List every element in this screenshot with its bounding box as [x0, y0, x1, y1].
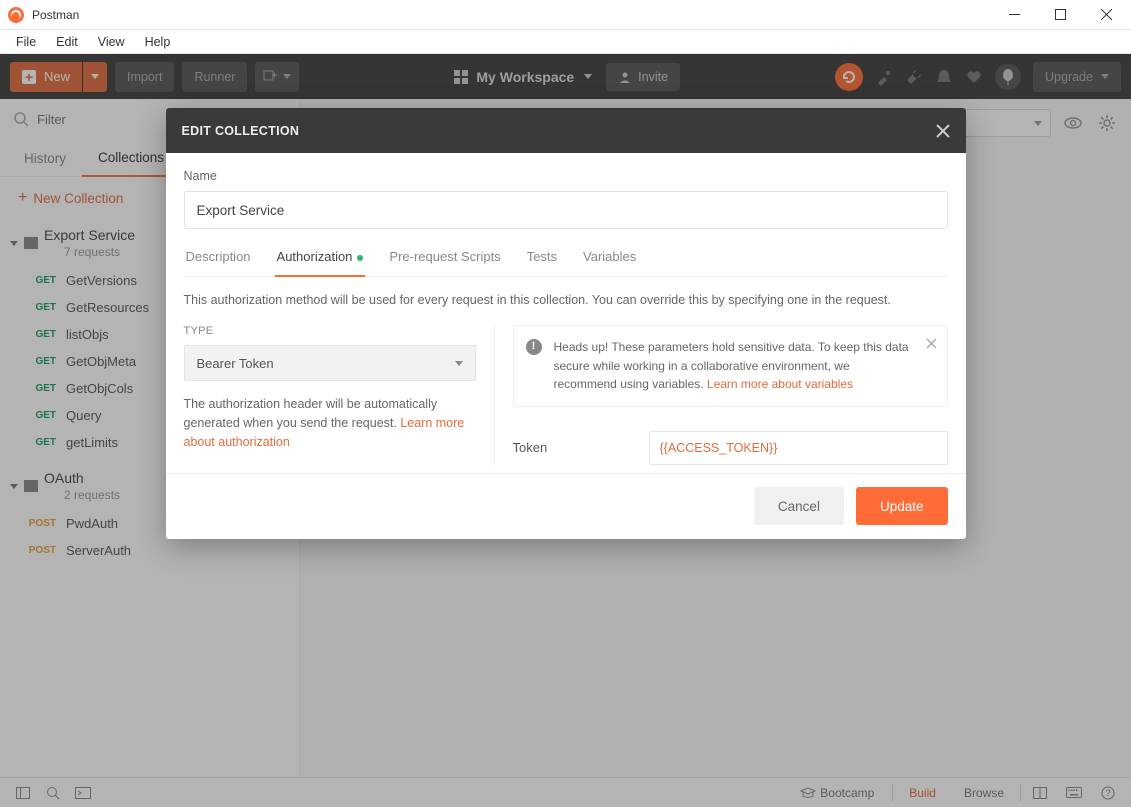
window-maximize-button[interactable] [1037, 0, 1083, 30]
auth-type-select[interactable]: Bearer Token [184, 345, 476, 381]
cancel-button[interactable]: Cancel [754, 487, 844, 525]
sensitive-data-warning: ! Heads up! These parameters hold sensit… [513, 325, 948, 407]
menu-edit[interactable]: Edit [46, 32, 88, 52]
postman-logo-icon [8, 7, 24, 23]
update-label: Update [880, 499, 924, 514]
tab-description[interactable]: Description [184, 249, 253, 276]
window-close-button[interactable] [1083, 0, 1129, 30]
menu-file[interactable]: File [6, 32, 46, 52]
token-input[interactable] [649, 431, 948, 465]
window-titlebar: Postman [0, 0, 1131, 30]
close-icon [936, 124, 950, 138]
active-dot-icon [357, 255, 363, 261]
token-label: Token [513, 440, 633, 455]
modal-overlay: EDIT COLLECTION Name Description Authori… [0, 54, 1131, 807]
warning-icon: ! [526, 339, 542, 355]
modal-header: EDIT COLLECTION [166, 108, 966, 153]
auth-description: This authorization method will be used f… [184, 293, 948, 307]
auth-type-value: Bearer Token [197, 356, 274, 371]
close-icon [926, 338, 937, 349]
type-label: TYPE [184, 325, 476, 337]
tab-prerequest[interactable]: Pre-request Scripts [387, 249, 502, 276]
cancel-label: Cancel [778, 499, 820, 514]
modal-tabs: Description Authorization Pre-request Sc… [184, 249, 948, 277]
edit-collection-modal: EDIT COLLECTION Name Description Authori… [166, 108, 966, 539]
window-minimize-button[interactable] [991, 0, 1037, 30]
auth-help-text: The authorization header will be automat… [184, 395, 476, 451]
tab-authorization[interactable]: Authorization [275, 249, 366, 276]
modal-footer: Cancel Update [166, 473, 966, 539]
chevron-down-icon [455, 361, 463, 366]
tab-variables[interactable]: Variables [581, 249, 638, 276]
menu-help[interactable]: Help [135, 32, 181, 52]
name-label: Name [184, 169, 948, 183]
modal-title: EDIT COLLECTION [182, 124, 300, 138]
menu-view[interactable]: View [88, 32, 135, 52]
collection-name-input[interactable] [184, 191, 948, 229]
window-title: Postman [32, 8, 79, 22]
tab-authorization-label: Authorization [277, 249, 353, 264]
modal-close-button[interactable] [936, 124, 950, 138]
dismiss-warning-button[interactable] [926, 338, 937, 349]
update-button[interactable]: Update [856, 487, 948, 525]
learn-variables-link[interactable]: Learn more about variables [707, 377, 853, 391]
tab-tests[interactable]: Tests [525, 249, 559, 276]
menubar: File Edit View Help [0, 30, 1131, 54]
